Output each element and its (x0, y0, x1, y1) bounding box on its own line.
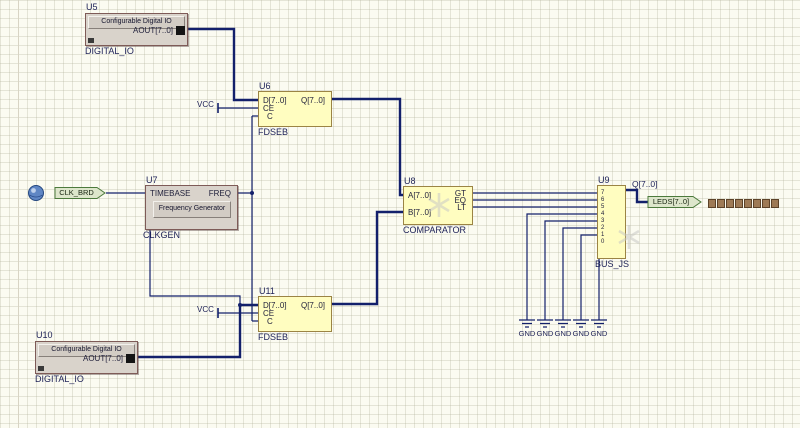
led-indicator-6[interactable] (717, 199, 725, 208)
wire-u9-pin4-to-gnd[interactable] (527, 214, 597, 320)
u5-partname: DIGITAL_IO (85, 46, 134, 56)
led-indicator-1[interactable] (762, 199, 770, 208)
u11-pin-c-label: C (267, 317, 273, 326)
u11-refdes: U11 (259, 286, 275, 296)
schematic-canvas[interactable]: U5 Configurable Digital IO AOUT[7..0] DI… (0, 0, 800, 428)
u6-fdseb-block[interactable]: D[7..0] CE C Q[7..0] (258, 91, 332, 127)
led-indicator-0[interactable] (771, 199, 779, 208)
led-indicator-5[interactable] (726, 199, 734, 208)
wire-u5-aout-to-u6-d[interactable] (186, 29, 258, 100)
u10-aout-pin[interactable] (126, 354, 135, 363)
u6-pin-q-label: Q[7..0] (287, 96, 325, 105)
wire-u9-pin2-to-gnd[interactable] (563, 228, 597, 320)
u5-pin-aout-label: AOUT[7..0] (100, 26, 173, 35)
u6-pin-c-label: C (267, 112, 273, 121)
gnd-symbol-icon[interactable] (519, 320, 535, 327)
u5-corner-pin (88, 38, 94, 43)
wire-u9-pin3-to-gnd[interactable] (545, 221, 597, 320)
led-indicator-2[interactable] (753, 199, 761, 208)
u9-pin7-label: 7 (601, 190, 604, 196)
u5-aout-pin[interactable] (176, 26, 185, 35)
u7-body-label: Frequency Generator (154, 202, 230, 215)
u11-pin-q-label: Q[7..0] (287, 301, 325, 310)
u9-pin2-label: 2 (601, 225, 604, 231)
u7-body-box: Frequency Generator (153, 201, 231, 218)
u5-refdes: U5 (86, 2, 98, 12)
u10-pin-aout-label: AOUT[7..0] (50, 354, 123, 363)
u8-pin-lt-label: LT (438, 203, 466, 212)
u7-partname: CLKGEN (143, 230, 180, 240)
u8-pin-b-label: B[7..0] (408, 208, 431, 217)
port-clk-brd-label: CLK_BRD (56, 188, 97, 197)
u7-pin-timebase-label: TIMEBASE (150, 189, 190, 198)
u9-refdes: U9 (598, 175, 610, 185)
u9-partname: BUS_JS (595, 259, 629, 269)
gnd-symbol-icon[interactable] (591, 320, 607, 327)
u7-clkgen-block[interactable]: TIMEBASE FREQ Frequency Generator (145, 185, 238, 230)
u8-pin-a-label: A[7..0] (408, 191, 431, 200)
u9-busjoin-block[interactable]: 7 6 5 4 3 2 1 0 (597, 185, 626, 259)
u11-fdseb-block[interactable]: D[7..0] CE C Q[7..0] (258, 296, 332, 332)
wire-u11-q-to-u8-b[interactable] (330, 212, 403, 304)
u9-pin1-label: 1 (601, 232, 604, 238)
u8-partname: COMPARATOR (403, 225, 466, 235)
wire-u9-pin1-to-gnd[interactable] (581, 235, 597, 320)
u7-refdes: U7 (146, 175, 158, 185)
u5-digital-io-block[interactable]: Configurable Digital IO AOUT[7..0] (85, 13, 188, 46)
u8-comparator-block[interactable]: A[7..0] B[7..0] GT EQ LT (403, 186, 473, 225)
u10-corner-pin (38, 366, 44, 371)
u9-pin4-label: 4 (601, 211, 604, 217)
junction-dot (238, 303, 242, 307)
wire-freq-clock-net[interactable] (236, 116, 258, 321)
u5-title: Configurable Digital IO (89, 17, 184, 26)
u9-pin6-label: 6 (601, 197, 604, 203)
u9-pin3-label: 3 (601, 218, 604, 224)
gnd-symbol-icon[interactable] (573, 320, 589, 327)
u6-partname: FDSEB (258, 127, 288, 137)
net-label-q[interactable]: Q[7..0] (632, 179, 658, 189)
wire-u6-q-to-u8-a[interactable] (330, 99, 403, 195)
gnd-symbol-icon[interactable] (537, 320, 553, 327)
led-indicator-3[interactable] (744, 199, 752, 208)
wire-u9-q-to-leds-port[interactable] (624, 190, 648, 202)
u10-refdes: U10 (36, 330, 53, 340)
led-indicator-7[interactable] (708, 199, 716, 208)
gnd-label: GND (587, 329, 611, 338)
u8-refdes: U8 (404, 176, 416, 186)
vcc-label-bottom[interactable]: VCC (197, 305, 214, 314)
vcc-label-top[interactable]: VCC (197, 100, 214, 109)
u9-pin5-label: 5 (601, 204, 604, 210)
gnd-symbol-icon[interactable] (555, 320, 571, 327)
u7-pin-freq-label: FREQ (193, 189, 231, 198)
u10-title: Configurable Digital IO (39, 345, 134, 354)
junction-dot (250, 191, 254, 195)
led-indicator-4[interactable] (735, 199, 743, 208)
u9-pin0-label: 0 (601, 239, 604, 245)
u10-digital-io-block[interactable]: Configurable Digital IO AOUT[7..0] (35, 341, 138, 374)
blue-sphere-icon[interactable] (29, 186, 44, 201)
u10-partname: DIGITAL_IO (35, 374, 84, 384)
sheet-border-line (18, 0, 19, 428)
u11-partname: FDSEB (258, 332, 288, 342)
u6-refdes: U6 (259, 81, 271, 91)
port-leds-label: LEDS[7..0] (649, 197, 693, 206)
